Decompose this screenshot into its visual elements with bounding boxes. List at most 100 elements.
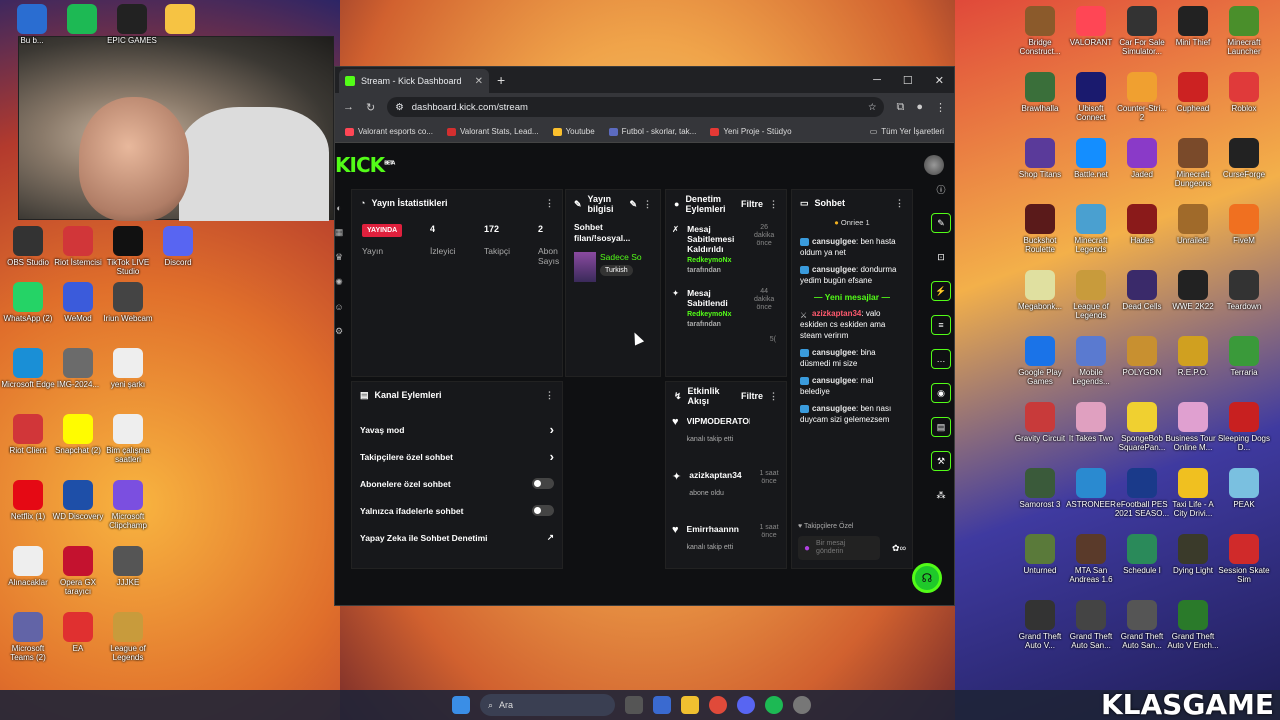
desktop-icon[interactable]: MTA San Andreas 1.6	[1063, 534, 1119, 584]
new-tab-icon[interactable]: +	[497, 72, 505, 88]
moderator-name[interactable]: RedkeymoNx	[687, 256, 743, 266]
desktop-icon[interactable]: League of Legends	[100, 612, 156, 662]
url-field[interactable]: ⚙ dashboard.kick.com/stream ☆	[387, 97, 885, 117]
desktop-icon[interactable]: Riot İstemcisi	[50, 226, 106, 267]
close-tab-icon[interactable]: ✕	[475, 76, 483, 87]
maximize-icon[interactable]: ☐	[903, 74, 913, 87]
desktop-icon[interactable]: Netflix (1)	[0, 480, 56, 521]
desktop-icon[interactable]: Buckshot Roulette	[1012, 204, 1068, 254]
moderation-item[interactable]: ✗ Mesaj Sabitlemesi Kaldırıldı RedkeymoNx t…	[666, 218, 786, 282]
star-icon[interactable]: ☆	[868, 102, 877, 113]
desktop-icon[interactable]: Car For Sale Simulator...	[1114, 6, 1170, 56]
desktop-icon[interactable]: Google Play Games	[1012, 336, 1068, 386]
desktop-icon[interactable]: Roblox	[1216, 72, 1272, 113]
forward-icon[interactable]: →	[343, 101, 354, 113]
app-icon[interactable]	[793, 696, 811, 714]
minimize-icon[interactable]: ─	[873, 74, 881, 87]
desktop-icon[interactable]: Riot Client	[0, 414, 56, 455]
desktop-icon[interactable]: Cuphead	[1165, 72, 1221, 113]
desktop-icon[interactable]: Shop Titans	[1012, 138, 1068, 179]
chevron-right-icon[interactable]: ›	[550, 422, 554, 437]
taskbar-search[interactable]: ⌕ Ara	[480, 694, 615, 716]
chat-message[interactable]: cansuglgee: ben nası duycam sizi gelemez…	[792, 400, 912, 428]
share-icon[interactable]: ⁂	[931, 485, 951, 505]
info-more-icon[interactable]: ⋮	[643, 199, 652, 209]
chat-message[interactable]: cansuglgee: bina düsmedi mi size	[792, 344, 912, 372]
bookmark-item[interactable]: Futbol - skorlar, tak...	[608, 127, 696, 136]
activity-item[interactable]: ♥ Emirrhaannn kanalı takip etti 1 saat önce	[666, 518, 786, 568]
desktop-icon[interactable]: Iriun Webcam	[100, 282, 156, 323]
desktop-icon[interactable]: Schedule I	[1114, 534, 1170, 575]
moderation-item[interactable]: ✦ Mesaj Sabitlendi RedkeymoNx tarafından 44 …	[666, 282, 786, 336]
chat-more-icon[interactable]: ⋮	[895, 198, 904, 209]
desktop-icon[interactable]: TikTok LIVE Studio	[100, 226, 156, 276]
desktop-icon[interactable]: eFootball PES 2021 SEASO...	[1114, 468, 1170, 518]
desktop-icon[interactable]: Snapchat (2)	[50, 414, 106, 455]
chat-username[interactable]: cansuglgee	[812, 348, 856, 357]
desktop-icon[interactable]: CurseForge	[1216, 138, 1272, 179]
site-info-icon[interactable]: ⚙	[395, 102, 404, 113]
desktop-icon[interactable]: Grand Theft Auto V...	[1012, 600, 1068, 650]
desktop-icon[interactable]: Business Tour - Online M...	[1165, 402, 1221, 452]
activity-user[interactable]: VIPMODERATORdr	[687, 416, 750, 426]
channel-actions-more-icon[interactable]: ⋮	[545, 390, 554, 401]
chat-username[interactable]: cansuglgee	[812, 404, 856, 413]
desktop-icon[interactable]: EA	[50, 612, 106, 653]
spotify-icon[interactable]	[765, 696, 783, 714]
pencil-icon[interactable]: ✎	[931, 213, 951, 233]
activity-filter[interactable]: Filtre	[741, 391, 763, 401]
desktop-icon[interactable]: WWE 2K22	[1165, 270, 1221, 311]
nav-settings-icon[interactable]: ⚙	[335, 326, 343, 337]
desktop-icon[interactable]: Bridge Construct...	[1012, 6, 1068, 56]
kick-logo[interactable]: KICKBETA	[335, 153, 395, 177]
copilot-icon[interactable]	[653, 696, 671, 714]
bookmark-item[interactable]: Valorant Stats, Lead...	[447, 127, 539, 136]
desktop-icon[interactable]: Unturned	[1012, 534, 1068, 575]
lightning-icon[interactable]: ⚡	[931, 281, 951, 301]
layout-icon[interactable]: ▤	[931, 417, 951, 437]
desktop-icon[interactable]: Minecraft Dungeons	[1165, 138, 1221, 188]
close-window-icon[interactable]: ✕	[935, 74, 944, 87]
chat-username[interactable]: cansuglgee	[812, 376, 856, 385]
desktop-icon[interactable]: Terraria	[1216, 336, 1272, 377]
desktop-icon[interactable]: Microsoft Clipchamp	[100, 480, 156, 530]
desktop-icon[interactable]: Discord	[150, 226, 206, 267]
activity-user[interactable]: azizkaptan34	[689, 470, 750, 480]
toggle-switch[interactable]	[532, 478, 554, 489]
desktop-icon[interactable]: Teardown	[1216, 270, 1272, 311]
desktop-icon[interactable]: Jaded	[1114, 138, 1170, 179]
desktop-icon[interactable]: Grand Theft Auto V Ench...	[1165, 600, 1221, 650]
profile-icon[interactable]: ●	[916, 101, 923, 113]
nav-users-icon[interactable]: ☺	[334, 302, 343, 312]
chrome-icon[interactable]	[709, 696, 727, 714]
channel-action-row[interactable]: Takipçilere özel sohbet ›	[352, 443, 562, 470]
desktop-icon[interactable]: PEAK	[1216, 468, 1272, 509]
desktop-icon[interactable]: Unrailed!	[1165, 204, 1221, 245]
desktop-icon[interactable]: POLYGON	[1114, 336, 1170, 377]
desktop-icon[interactable]: Mini Thief	[1165, 6, 1221, 47]
desktop-icon[interactable]: WhatsApp (2)	[0, 282, 56, 323]
desktop-icon[interactable]: Dead Cells	[1114, 270, 1170, 311]
desktop-icon[interactable]: Ubisoft Connect	[1063, 72, 1119, 122]
bookmark-item[interactable]: Yeni Proje - Stüdyo	[710, 127, 792, 136]
nav-community-icon[interactable]: ✺	[335, 277, 343, 288]
desktop-icon[interactable]: Hades	[1114, 204, 1170, 245]
chevron-right-icon[interactable]: ›	[550, 449, 554, 464]
desktop-icon[interactable]: yeni şarkı	[100, 348, 156, 389]
desktop-icon[interactable]: Alınacaklar	[0, 546, 56, 587]
desktop-icon[interactable]: Microsoft Edge	[0, 348, 56, 389]
moderation-filter[interactable]: Filtre	[741, 199, 763, 209]
chat-username[interactable]: cansuglgee	[812, 237, 856, 246]
desktop-icon[interactable]: JJJKE	[100, 546, 156, 587]
nav-analytics-icon[interactable]: ▦	[335, 227, 344, 238]
chat-message[interactable]: cansuglgee: dondurma yedim bugün efsane	[792, 261, 912, 289]
edit-icon[interactable]: ✎	[629, 199, 637, 209]
desktop-icon[interactable]: Brawlhalla	[1012, 72, 1068, 113]
activity-item[interactable]: ✦ azizkaptan34 abone oldu 1 saat önce	[666, 464, 786, 518]
external-link-icon[interactable]: ↗	[547, 532, 554, 543]
desktop-icon[interactable]: VALORANT	[1063, 6, 1119, 47]
discord-icon[interactable]	[737, 696, 755, 714]
desktop-icon[interactable]	[54, 4, 110, 36]
desktop-icon[interactable]: Microsoft Teams (2)	[0, 612, 56, 662]
tab-kick-dashboard[interactable]: Stream - Kick Dashboard ✕	[339, 69, 489, 93]
